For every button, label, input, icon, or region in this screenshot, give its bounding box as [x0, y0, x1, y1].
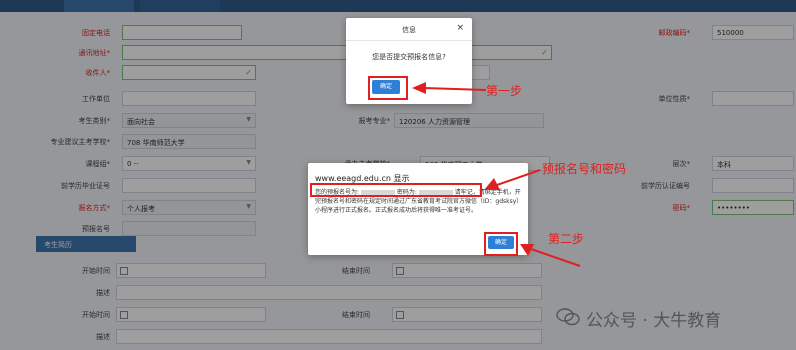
arrow-icon	[412, 82, 487, 94]
arrow-icon	[484, 169, 541, 190]
highlight-box	[310, 183, 482, 197]
close-icon[interactable]: ×	[456, 23, 464, 33]
reg-note-label: 预报名号和密码	[542, 162, 627, 176]
highlight-box	[368, 76, 408, 100]
dialog-message: 您是否提交预报名信息?	[372, 53, 446, 61]
divider	[346, 40, 472, 41]
watermark-text: 公众号 · 大牛教育	[586, 311, 722, 331]
step1-label: 第一步	[486, 84, 523, 98]
dialog-title: 信息	[402, 26, 416, 34]
wechat-icon	[556, 308, 580, 326]
step2-label: 第二步	[548, 232, 585, 246]
highlight-box	[484, 232, 518, 256]
